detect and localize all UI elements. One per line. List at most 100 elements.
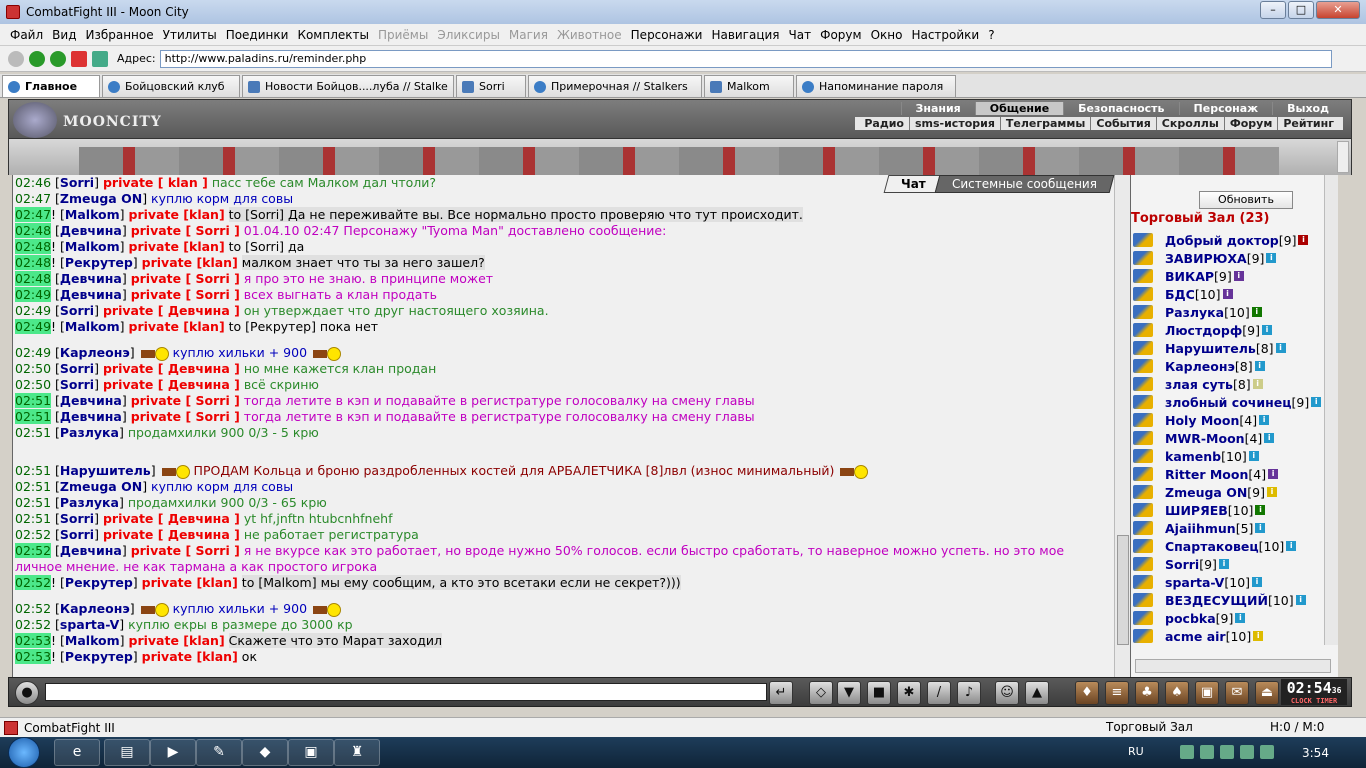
nav-home-icon[interactable] — [8, 50, 24, 67]
player-name[interactable]: злобный сочинец — [1165, 395, 1292, 410]
info-icon[interactable]: i — [1286, 541, 1297, 551]
player-row[interactable]: злая суть [8] i — [1133, 375, 1337, 393]
language-indicator[interactable]: RU — [1128, 745, 1144, 758]
info-icon[interactable]: i — [1252, 577, 1263, 587]
player-row[interactable]: Добрый доктор [9] i — [1133, 231, 1337, 249]
game-nav-item[interactable]: Безопасность — [1063, 102, 1178, 115]
info-icon[interactable]: i — [1222, 289, 1233, 299]
translit-icon[interactable]: / — [927, 681, 951, 705]
player-row[interactable]: Спартаковец [10] i — [1133, 537, 1337, 555]
players-hscrollbar[interactable] — [1135, 659, 1331, 673]
player-row[interactable]: MWR-Moon [4] i — [1133, 429, 1337, 447]
player-name[interactable]: ЗАВИРЮХА — [1165, 251, 1247, 266]
player-name[interactable]: Люстдорф — [1165, 323, 1242, 338]
person-icon[interactable]: ✱ — [897, 681, 921, 705]
menu-item[interactable]: Навигация — [711, 28, 779, 42]
info-icon[interactable]: i — [1268, 469, 1279, 479]
info-icon[interactable]: i — [1251, 307, 1262, 317]
message-user[interactable]: Карлеонэ — [60, 345, 130, 360]
message-user[interactable]: Рекрутер — [65, 575, 133, 590]
player-name[interactable]: kamenb — [1165, 449, 1221, 464]
info-icon[interactable]: i — [1295, 595, 1306, 605]
info-icon[interactable]: i — [1259, 415, 1270, 425]
taskbar-paint-icon[interactable]: ✎ — [196, 739, 242, 766]
info-icon[interactable]: i — [1254, 361, 1265, 371]
player-row[interactable]: БДС [10] i — [1133, 285, 1337, 303]
player-name[interactable]: ВИКАР — [1165, 269, 1214, 284]
banner-scrollbar[interactable] — [1337, 141, 1349, 173]
player-row[interactable]: Нарушитель [8] i — [1133, 339, 1337, 357]
info-icon[interactable]: i — [1248, 451, 1259, 461]
info-icon[interactable]: i — [1253, 631, 1264, 641]
message-user[interactable]: Sorri — [60, 361, 94, 376]
message-user[interactable]: Карлеонэ — [60, 601, 130, 616]
start-button[interactable] — [8, 737, 40, 768]
tab-system-messages[interactable]: Системные сообщения — [934, 175, 1115, 193]
send-icon[interactable]: ↵ — [769, 681, 793, 705]
minimize-button[interactable]: – — [1260, 1, 1286, 19]
info-icon[interactable]: i — [1264, 433, 1275, 443]
taskbar-folder-icon[interactable]: ▤ — [104, 739, 150, 766]
info-icon[interactable]: i — [1218, 559, 1229, 569]
game-subnav-item[interactable]: События — [1091, 117, 1157, 130]
player-row[interactable]: kamenb [10] i — [1133, 447, 1337, 465]
message-user[interactable]: Разлука — [60, 495, 119, 510]
player-name[interactable]: Holy Moon — [1165, 413, 1239, 428]
chat-scrollbar[interactable] — [1114, 175, 1130, 677]
sound-icon[interactable]: ♪ — [957, 681, 981, 705]
forward-icon[interactable] — [50, 50, 66, 67]
message-user[interactable]: Sorri — [60, 511, 94, 526]
message-user[interactable]: Malkom — [65, 207, 120, 222]
menu-item[interactable]: Чат — [789, 28, 812, 42]
info-icon[interactable]: i — [1261, 325, 1272, 335]
stop-icon[interactable] — [71, 50, 87, 67]
tab-item[interactable]: Напоминание пароля — [796, 75, 956, 97]
taskbar-game-icon[interactable]: ◆ — [242, 739, 288, 766]
players-scrollbar[interactable] — [1324, 175, 1338, 645]
player-row[interactable]: sparta-V [10] i — [1133, 573, 1337, 591]
player-row[interactable]: Holy Moon [4] i — [1133, 411, 1337, 429]
message-user[interactable]: Zmeuga ON — [60, 191, 142, 206]
player-row[interactable]: Карлеонэ [8] i — [1133, 357, 1337, 375]
player-row[interactable]: ШИРЯЕВ [10] i — [1133, 501, 1337, 519]
game-nav-item[interactable]: Выход — [1272, 102, 1343, 115]
tab-item[interactable]: Sorri — [456, 75, 526, 97]
tab-item[interactable]: Бойцовский клуб — [102, 75, 240, 97]
pet-icon[interactable]: ♣ — [1135, 681, 1159, 705]
info-icon[interactable]: i — [1255, 505, 1266, 515]
game-nav-item[interactable]: Персонаж — [1178, 102, 1273, 115]
player-name[interactable]: Разлука — [1165, 305, 1224, 320]
info-icon[interactable]: i — [1298, 235, 1309, 245]
menu-item[interactable]: ? — [988, 28, 994, 42]
player-name[interactable]: sparta-V — [1165, 575, 1224, 590]
player-name[interactable]: ВЕЗДЕСУЩИЙ — [1165, 593, 1268, 608]
player-name[interactable]: Ritter Moon — [1165, 467, 1248, 482]
message-user[interactable]: Разлука — [60, 425, 119, 440]
message-user[interactable]: Sorri — [60, 377, 94, 392]
chat-scroll-thumb[interactable] — [1117, 535, 1129, 645]
tray-icon[interactable] — [1200, 745, 1214, 759]
player-row[interactable]: Разлука [10] i — [1133, 303, 1337, 321]
player-name[interactable]: Ajaiihmun — [1165, 521, 1236, 536]
system-clock[interactable]: 3:54 — [1302, 746, 1329, 760]
menu-item[interactable]: Окно — [871, 28, 903, 42]
menu-item[interactable]: Настройки — [911, 28, 979, 42]
message-user[interactable]: Sorri — [60, 303, 94, 318]
menu-item[interactable]: Магия — [509, 28, 548, 42]
game-subnav-item[interactable]: Форум — [1225, 117, 1279, 130]
menu-item[interactable]: Поединки — [226, 28, 289, 42]
game-subnav-item[interactable]: Рейтинг — [1278, 117, 1339, 130]
player-row[interactable]: pocbka [9] i — [1133, 609, 1337, 627]
menu-item[interactable]: Животное — [557, 28, 622, 42]
message-user[interactable]: Рекрутер — [65, 649, 133, 664]
taskbar-app-icon[interactable]: ♜ — [334, 739, 380, 766]
player-row[interactable]: Ritter Moon [4] i — [1133, 465, 1337, 483]
tab-item[interactable]: Malkom — [704, 75, 794, 97]
player-row[interactable]: Ajaiihmun [5] i — [1133, 519, 1337, 537]
menu-item[interactable]: Форум — [820, 28, 861, 42]
tab-item[interactable]: Новости Бойцов....луба // Stalke — [242, 75, 454, 97]
player-name[interactable]: Карлеонэ — [1165, 359, 1235, 374]
bag-icon[interactable]: ♦ — [1075, 681, 1099, 705]
player-name[interactable]: Sorri — [1165, 557, 1199, 572]
game-nav-item[interactable]: Знания — [900, 102, 975, 115]
